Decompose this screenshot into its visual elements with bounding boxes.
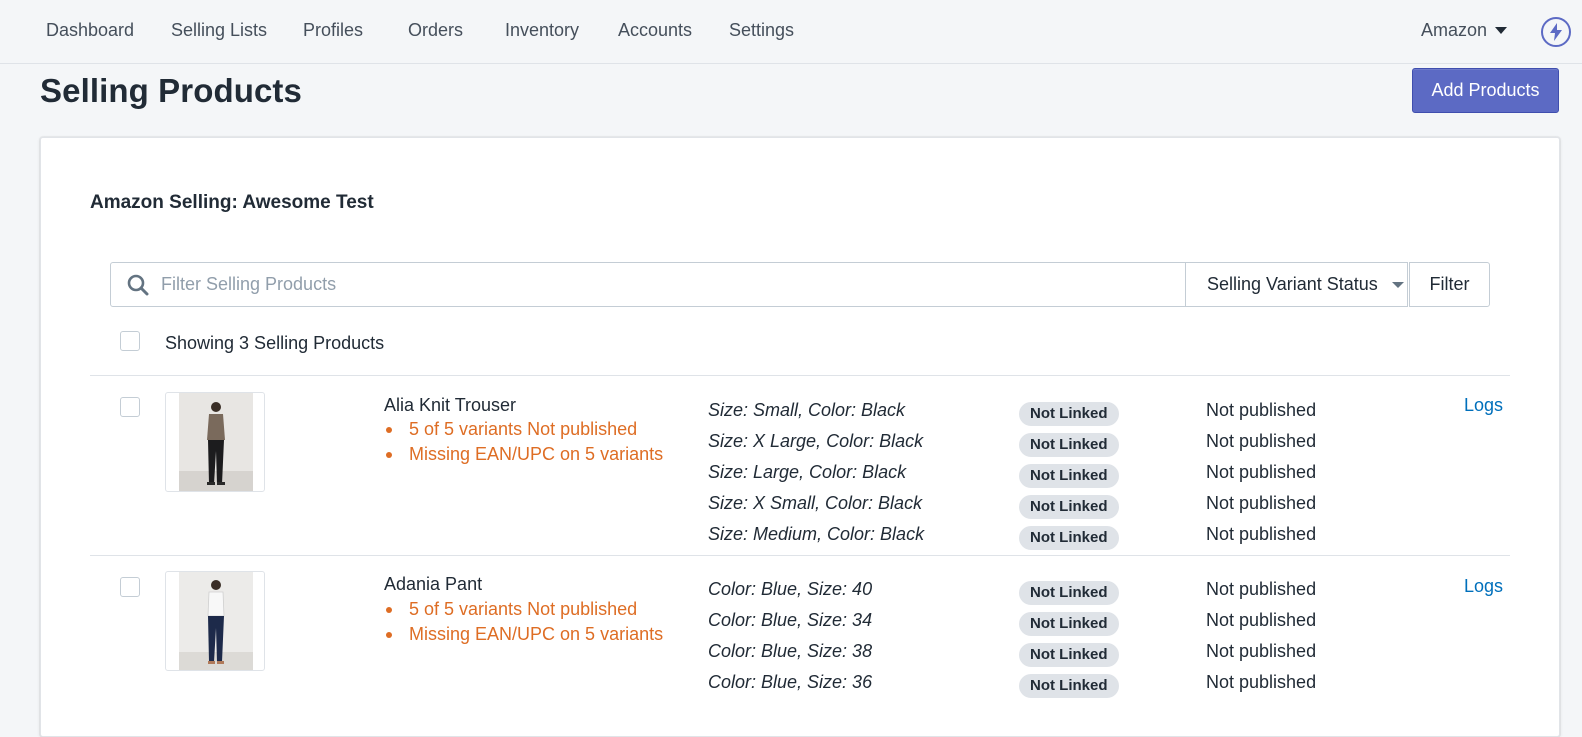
publish-status: Not published <box>1206 431 1317 451</box>
publish-status: Not published <box>1206 400 1317 420</box>
nav-dashboard[interactable]: Dashboard <box>46 20 134 41</box>
nav-profiles[interactable]: Profiles <box>303 20 363 41</box>
publish-status: Not published <box>1206 641 1317 661</box>
variant-label: Color: Blue, Size: 34 <box>708 610 873 630</box>
showing-count: Showing 3 Selling Products <box>165 333 385 353</box>
variant-label: Size: X Small, Color: Black <box>708 493 923 513</box>
link-status-badge: Not Linked <box>1017 400 1121 428</box>
link-status-badge: Not Linked <box>1017 641 1121 669</box>
product-name[interactable]: Adania Pant <box>384 574 482 595</box>
variant-label: Size: Medium, Color: Black <box>708 524 925 544</box>
lightning-bolt-icon <box>1550 23 1562 41</box>
logs-link[interactable]: Logs <box>1464 576 1503 597</box>
nav-selling-lists[interactable]: Selling Lists <box>171 20 267 41</box>
selling-variant-status-select[interactable]: Selling Variant Status <box>1185 262 1408 307</box>
link-status-badge: Not Linked <box>1017 610 1121 638</box>
page-title: Selling Products <box>40 72 302 109</box>
variant-label: Color: Blue, Size: 40 <box>708 579 873 599</box>
search-input[interactable] <box>161 263 1161 306</box>
caret-down-icon <box>1391 281 1404 288</box>
lightning-bolt-button[interactable] <box>1541 17 1571 47</box>
link-status-badge: Not Linked <box>1017 493 1121 521</box>
publish-status: Not published <box>1206 462 1317 482</box>
product-thumbnail[interactable] <box>165 571 265 671</box>
product-warnings: 5 of 5 variants Not published Missing EA… <box>384 417 663 467</box>
search-icon <box>127 274 149 296</box>
publish-status-list: Not published Not published Not publishe… <box>1206 576 1316 700</box>
link-status-list: Not Linked Not Linked Not Linked Not Lin… <box>1017 579 1121 703</box>
variant-label: Size: X Large, Color: Black <box>708 431 924 451</box>
caret-down-icon <box>1495 27 1508 34</box>
variant-label: Size: Small, Color: Black <box>708 400 906 420</box>
variant-list: Size: Small, Color: Black Size: X Large,… <box>708 397 924 552</box>
nav-accounts[interactable]: Accounts <box>618 20 692 41</box>
divider <box>90 375 1510 376</box>
publish-status: Not published <box>1206 610 1317 630</box>
variant-label: Color: Blue, Size: 38 <box>708 641 873 661</box>
add-products-button[interactable]: Add Products <box>1412 68 1559 113</box>
nav-settings[interactable]: Settings <box>729 20 794 41</box>
warning-item: Missing EAN/UPC on 5 variants <box>384 442 663 467</box>
publish-status: Not published <box>1206 524 1317 544</box>
link-status-badge: Not Linked <box>1017 524 1121 552</box>
warning-item: 5 of 5 variants Not published <box>384 597 663 622</box>
publish-status: Not published <box>1206 672 1317 692</box>
product-image <box>179 572 253 670</box>
link-status-badge: Not Linked <box>1017 462 1121 490</box>
nav-orders[interactable]: Orders <box>408 20 463 41</box>
product-checkbox[interactable] <box>120 397 140 417</box>
nav-inventory[interactable]: Inventory <box>505 20 579 41</box>
variant-label: Size: Large, Color: Black <box>708 462 907 482</box>
search-box <box>110 262 1186 307</box>
product-thumbnail[interactable] <box>165 392 265 492</box>
divider <box>90 555 1510 556</box>
link-status-badge: Not Linked <box>1017 579 1121 607</box>
product-checkbox[interactable] <box>120 577 140 597</box>
store-selector[interactable]: Amazon <box>1421 20 1508 41</box>
status-select-label: Selling Variant Status <box>1207 274 1378 294</box>
publish-status: Not published <box>1206 579 1317 599</box>
top-navigation: Dashboard Selling Lists Profiles Orders … <box>0 0 1582 64</box>
variant-list: Color: Blue, Size: 40 Color: Blue, Size:… <box>708 576 872 700</box>
select-all-checkbox[interactable] <box>120 331 140 351</box>
card-title: Amazon Selling: Awesome Test <box>90 192 374 213</box>
publish-status: Not published <box>1206 493 1317 513</box>
logs-link[interactable]: Logs <box>1464 395 1503 416</box>
variant-label: Color: Blue, Size: 36 <box>708 672 873 692</box>
link-status-list: Not Linked Not Linked Not Linked Not Lin… <box>1017 400 1121 555</box>
product-warnings: 5 of 5 variants Not published Missing EA… <box>384 597 663 647</box>
link-status-badge: Not Linked <box>1017 431 1121 459</box>
filter-button[interactable]: Filter <box>1409 262 1490 307</box>
warning-item: Missing EAN/UPC on 5 variants <box>384 622 663 647</box>
link-status-badge: Not Linked <box>1017 672 1121 700</box>
product-name[interactable]: Alia Knit Trouser <box>384 395 516 416</box>
store-selector-label: Amazon <box>1421 20 1488 40</box>
publish-status-list: Not published Not published Not publishe… <box>1206 397 1316 552</box>
product-image <box>179 393 253 491</box>
warning-item: 5 of 5 variants Not published <box>384 417 663 442</box>
